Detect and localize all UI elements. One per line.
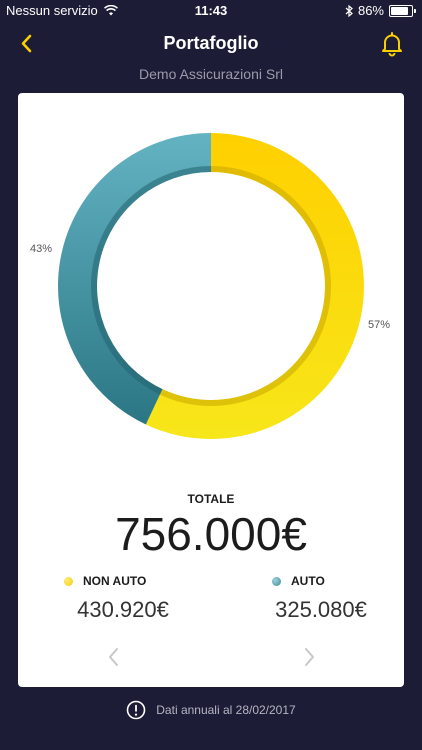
bluetooth-icon: [345, 4, 353, 17]
auto-label: AUTO: [291, 574, 325, 588]
status-bar: Nessun servizio 11:43 86%: [0, 0, 422, 22]
non-auto-dot: [64, 576, 73, 586]
footer-text: Dati annuali al 28/02/2017: [156, 703, 296, 717]
auto-dot: [272, 576, 281, 586]
chevron-left-icon: [109, 648, 118, 666]
chevron-right-icon: [305, 648, 314, 666]
total-value: 756.000€: [115, 508, 307, 560]
nav-bar: Portafoglio: [0, 22, 422, 66]
portfolio-donut-chart: [57, 133, 365, 439]
legend-non-auto: NON AUTO: [64, 574, 146, 588]
auto-value: 325.080€: [275, 597, 367, 622]
status-right: 86%: [345, 3, 416, 18]
battery-level: [391, 6, 409, 15]
portfolio-card: 43% 57% TOTALE 756.000€ NON AUTO AUTO 43…: [18, 93, 404, 687]
footer-info: Dati annuali al 28/02/2017: [0, 700, 422, 720]
battery-percent: 86%: [357, 3, 384, 18]
page-title: Portafoglio: [163, 33, 259, 53]
battery-icon: [389, 4, 413, 17]
donut-slice-auto: [57, 133, 211, 425]
non-auto-value: 430.920€: [77, 597, 169, 622]
bell-icon: [382, 32, 402, 57]
legend-auto: AUTO: [272, 574, 325, 588]
battery-tip: [414, 8, 416, 13]
exclamation-circle-icon: [126, 700, 146, 720]
notifications-button[interactable]: [378, 30, 406, 58]
company-name: Demo Assicurazioni Srl: [139, 66, 283, 82]
previous-button[interactable]: [104, 645, 124, 669]
total-label: TOTALE: [187, 492, 235, 506]
non-auto-percent-label: 57%: [368, 319, 391, 331]
non-auto-label: NON AUTO: [83, 574, 147, 588]
next-button[interactable]: [299, 645, 319, 669]
auto-percent-label: 43%: [30, 243, 53, 255]
